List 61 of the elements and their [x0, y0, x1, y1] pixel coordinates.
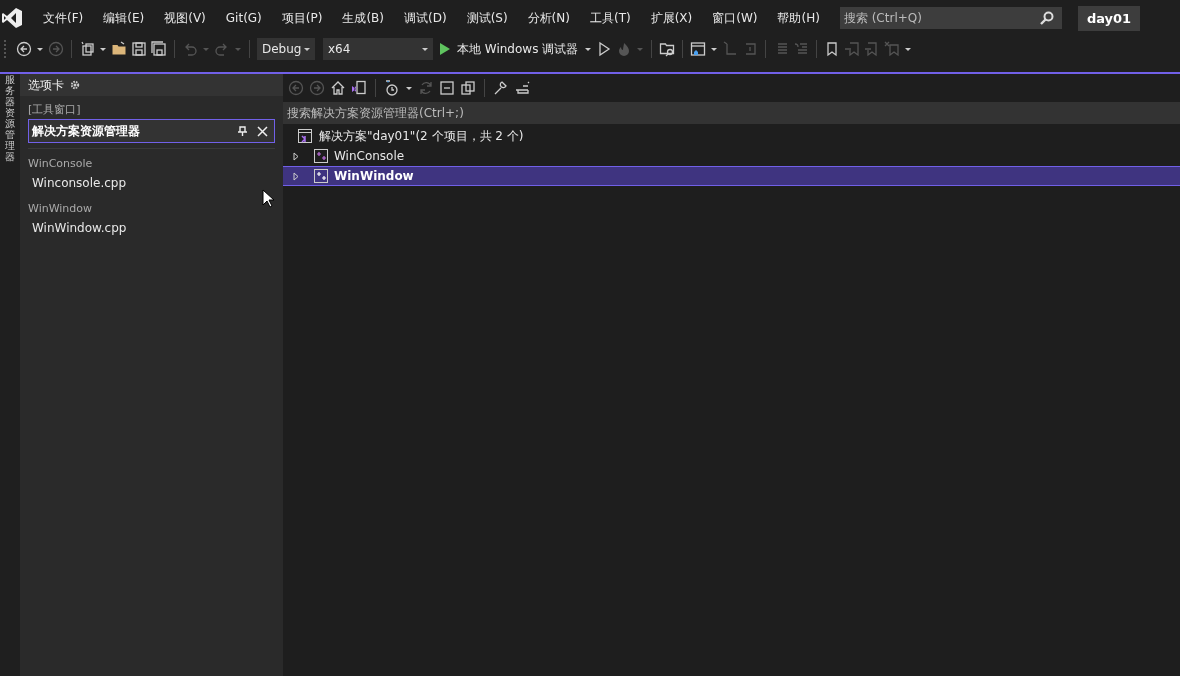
menu-item[interactable]: 分析(N): [517, 9, 580, 27]
menu-item[interactable]: 视图(V): [154, 9, 216, 27]
menu-item[interactable]: 帮助(H): [767, 9, 830, 27]
menu-item[interactable]: 窗口(W): [702, 9, 768, 27]
solution-name: day01: [1077, 5, 1141, 31]
home-icon[interactable]: [330, 80, 346, 96]
search-field[interactable]: 搜索解决方案资源管理器(Ctrl+;): [283, 102, 1180, 124]
solution-icon[interactable]: [297, 128, 313, 144]
play-icon[interactable]: [439, 42, 451, 56]
menu-item[interactable]: 扩展(X): [640, 9, 703, 27]
tree-item[interactable]: WinConsole: [283, 146, 1180, 166]
search-icon[interactable]: [1039, 11, 1054, 25]
active-window-item[interactable]: 解决方案资源管理器: [28, 119, 275, 143]
menu-item[interactable]: 测试(S): [456, 9, 518, 27]
expand-arrow-icon[interactable]: [292, 151, 300, 161]
caret-icon[interactable]: [710, 45, 719, 53]
menu-item[interactable]: Git(G): [215, 11, 272, 25]
history-icon[interactable]: [384, 80, 400, 96]
folder-search-icon[interactable]: [659, 41, 676, 57]
menu-item[interactable]: 工具(T): [579, 9, 641, 27]
project-icon[interactable]: [314, 149, 328, 163]
search-field[interactable]: 搜索 (Ctrl+Q): [839, 7, 1062, 29]
caret-icon[interactable]: [904, 45, 913, 53]
caret-icon[interactable]: [421, 45, 429, 53]
menu-item[interactable]: 编辑(E): [93, 9, 155, 27]
close-icon[interactable]: [257, 125, 268, 137]
group-label: WinConsole: [27, 156, 93, 172]
collapse-icon[interactable]: [439, 80, 455, 96]
run-debugger-button[interactable]: 本地 Windows 调试器: [437, 40, 581, 58]
configuration-dropdown[interactable]: x64: [323, 38, 433, 60]
caret-icon[interactable]: [405, 84, 413, 92]
menu-item[interactable]: 调试(D): [394, 9, 457, 27]
caret-icon[interactable]: [36, 45, 44, 53]
expand-arrow-icon[interactable]: [292, 171, 300, 181]
app-logo-icon[interactable]: [1, 7, 23, 29]
solution-icon[interactable]: [351, 80, 367, 96]
configuration-dropdown[interactable]: Debug: [257, 38, 315, 60]
new-item-icon[interactable]: [79, 41, 95, 57]
tree-item[interactable]: WinWindow: [283, 166, 1180, 186]
save-all-icon[interactable]: [151, 41, 167, 57]
menu-item[interactable]: 生成(B): [332, 9, 394, 27]
file-item[interactable]: Winconsole.cpp: [20, 172, 127, 194]
pin-icon[interactable]: [238, 126, 247, 136]
panel-title: 选项卡: [28, 76, 64, 94]
group-label: [工具窗口]: [27, 102, 81, 118]
tree-item[interactable]: 解决方案"day01"(2 个项目，共 2 个): [283, 126, 1180, 146]
menu-item[interactable]: 文件(F): [33, 9, 94, 27]
side-tab[interactable]: 服务器资源管理器: [5, 74, 15, 162]
mouse-cursor-icon[interactable]: [262, 189, 275, 208]
file-item[interactable]: WinWindow.cpp: [20, 217, 127, 239]
window-home-icon[interactable]: [690, 41, 707, 57]
caret-icon[interactable]: [584, 45, 593, 53]
project-icon[interactable]: [314, 169, 328, 183]
copy-icon[interactable]: [460, 80, 476, 96]
group-label: WinWindow: [27, 201, 93, 217]
menu-item[interactable]: 项目(P): [271, 9, 333, 27]
folder-icon[interactable]: [111, 41, 127, 57]
caret-icon[interactable]: [303, 45, 311, 53]
settings-icon[interactable]: [70, 80, 80, 90]
save-icon[interactable]: [131, 41, 147, 57]
caret-icon[interactable]: [99, 45, 107, 53]
